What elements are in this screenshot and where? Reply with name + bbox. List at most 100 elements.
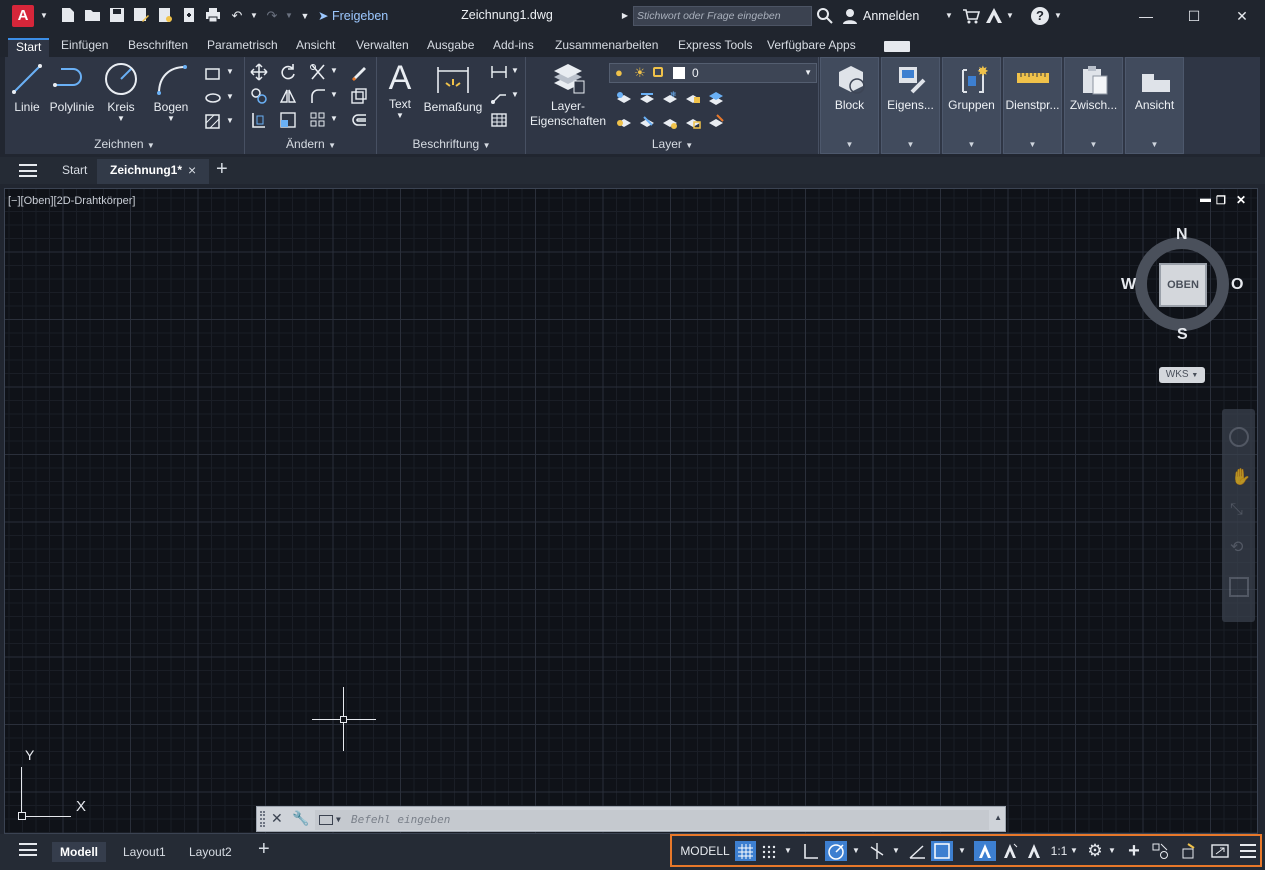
close-tab-icon[interactable]: × (188, 162, 196, 178)
save-as-icon[interactable] (133, 7, 149, 25)
redo-dropdown-icon[interactable]: ▼ (284, 7, 294, 25)
tab-beschriften[interactable]: Beschriften (128, 38, 188, 57)
command-line-grip-icon[interactable] (260, 811, 265, 827)
circle-dropdown-icon[interactable]: ▼ (101, 114, 141, 123)
ellipse-dropdown-icon[interactable]: ▼ (226, 92, 234, 101)
layer-unisolate-icon[interactable] (638, 113, 656, 131)
layout-menu-icon[interactable] (19, 843, 37, 856)
viewport-close-icon[interactable]: ✕ (1236, 193, 1246, 207)
annotation-monitor-icon[interactable]: + (1124, 841, 1144, 861)
linear-dimension-icon[interactable] (490, 63, 508, 81)
line-tool[interactable]: Linie (9, 61, 45, 114)
share-file-icon[interactable] (181, 7, 197, 25)
offset-icon[interactable] (350, 111, 368, 129)
isolate-objects-icon[interactable] (1180, 841, 1202, 861)
file-tab-current[interactable]: Zeichnung1* × (97, 159, 209, 184)
properties-panel-button[interactable]: Eigens... ▼ (881, 57, 940, 154)
layer-match-icon[interactable] (707, 89, 725, 107)
annotation-panel-title[interactable]: Beschriftung ▼ (378, 137, 525, 151)
snap-mode-dropdown-icon[interactable]: ▼ (783, 841, 793, 861)
file-tab-start[interactable]: Start (62, 163, 87, 177)
zoom-extents-icon[interactable]: ⤡ (1230, 501, 1243, 519)
new-tab-button[interactable]: + (216, 158, 228, 181)
drawing-viewport[interactable]: [−][Oben][2D-Drahtkörper] ▬ ❐ ✕ OBEN N S… (4, 188, 1258, 834)
dimension-tool[interactable]: Bemaßung (422, 61, 484, 114)
rectangle-icon[interactable] (204, 65, 222, 83)
arc-tool[interactable]: Bogen ▼ (151, 61, 191, 123)
layer-panel-title[interactable]: Layer ▼ (527, 137, 818, 151)
ellipse-icon[interactable] (204, 89, 222, 107)
layout-tab-layout1[interactable]: Layout1 (115, 842, 174, 862)
annotation-scale-value[interactable]: 1:1 (1048, 841, 1070, 861)
layout-tab-modell[interactable]: Modell (52, 842, 106, 862)
tab-add-ins[interactable]: Add-ins (493, 38, 534, 57)
annotation-visibility-icon[interactable] (974, 841, 996, 861)
array-dropdown-icon[interactable]: ▼ (330, 114, 338, 123)
layer-isolate-icon[interactable] (638, 89, 656, 107)
undo-icon[interactable]: ↶ (229, 7, 245, 25)
layer-off-icon[interactable] (615, 89, 633, 107)
add-layout-button[interactable]: + (250, 839, 278, 859)
compass-east[interactable]: O (1231, 276, 1243, 294)
polar-tracking-dropdown-icon[interactable]: ▼ (851, 841, 861, 861)
tab-einfuegen[interactable]: Einfügen (61, 38, 108, 57)
search-input[interactable]: Stichwort oder Frage eingeben (633, 6, 812, 26)
redo-icon[interactable]: ↷ (264, 7, 280, 25)
view-panel-button[interactable]: Ansicht ▼ (1125, 57, 1184, 154)
pan-icon[interactable]: ✋ (1231, 467, 1251, 487)
polar-tracking-icon[interactable] (825, 841, 847, 861)
grid-display-icon[interactable] (735, 841, 756, 861)
command-input[interactable]: ▼ Befehl eingeben (315, 810, 989, 830)
app-logo[interactable]: A (12, 5, 34, 27)
workspace-dropdown-icon[interactable]: ▼ (1107, 841, 1117, 861)
layer-lock-icon[interactable] (684, 89, 702, 107)
tab-ansicht[interactable]: Ansicht (296, 38, 335, 57)
rotate-icon[interactable] (279, 63, 297, 81)
login-dropdown-icon[interactable]: ▼ (944, 7, 954, 25)
tab-zusammenarbeiten[interactable]: Zusammenarbeiten (555, 38, 658, 57)
close-window-button[interactable]: ✕ (1230, 6, 1254, 26)
layer-change-icon[interactable] (707, 113, 725, 131)
mirror-icon[interactable] (279, 87, 297, 105)
layer-thaw-icon[interactable] (661, 113, 679, 131)
command-history-expand-icon[interactable]: ▲ (994, 813, 1002, 822)
leader-dropdown-icon[interactable]: ▼ (511, 90, 519, 99)
command-line-customize-icon[interactable]: 🔧 (292, 810, 309, 827)
array-icon[interactable] (309, 111, 327, 129)
autodesk-app-icon[interactable] (985, 7, 1003, 25)
undo-dropdown-icon[interactable]: ▼ (249, 7, 259, 25)
tab-verfuegbare-apps[interactable]: Verfügbare Apps (767, 38, 856, 57)
trim-icon[interactable] (309, 63, 327, 81)
viewcube-face-top[interactable]: OBEN (1159, 263, 1207, 307)
auto-scale-icon[interactable] (1000, 841, 1020, 861)
clipboard-panel-button[interactable]: Zwisch... ▼ (1064, 57, 1123, 154)
utilities-panel-button[interactable]: Dienstpr... ▼ (1003, 57, 1062, 154)
showmotion-icon[interactable] (1229, 577, 1249, 597)
fullscreen-icon[interactable] (1210, 841, 1230, 861)
apps-dropdown-icon[interactable]: ▼ (1005, 7, 1015, 25)
trim-dropdown-icon[interactable]: ▼ (330, 66, 338, 75)
help-icon[interactable]: ? (1031, 7, 1049, 25)
object-snap-tracking-icon[interactable] (907, 841, 927, 861)
ucs-menu-button[interactable]: WKS ▼ (1159, 367, 1205, 383)
isometric-drafting-icon[interactable] (867, 841, 887, 861)
customization-menu-icon[interactable] (1238, 841, 1258, 861)
rectangle-dropdown-icon[interactable]: ▼ (226, 67, 234, 76)
layer-on-icon[interactable] (615, 113, 633, 131)
copy-icon[interactable] (250, 87, 268, 105)
linear-dimension-dropdown-icon[interactable]: ▼ (511, 66, 519, 75)
login-button[interactable]: Anmelden (863, 9, 919, 23)
layer-dropdown[interactable]: ● ☀ 0 ▼ (609, 63, 817, 83)
tab-verwalten[interactable]: Verwalten (356, 38, 409, 57)
plot-to-web-icon[interactable] (157, 7, 173, 25)
recent-commands-dropdown-icon[interactable]: ▼ (336, 810, 341, 830)
viewport-controls-label[interactable]: [−][Oben][2D-Drahtkörper] (8, 195, 135, 207)
maximize-button[interactable]: ☐ (1182, 6, 1206, 26)
tab-parametrisch[interactable]: Parametrisch (207, 38, 278, 57)
text-tool[interactable]: A Text ▼ (384, 59, 416, 120)
customize-toolbar-icon[interactable]: ▼ (299, 7, 311, 25)
model-space-button[interactable]: MODELL (678, 841, 732, 861)
modify-panel-title[interactable]: Ändern ▼ (246, 137, 376, 151)
search-expand-icon[interactable]: ▶ (620, 7, 630, 25)
hamburger-menu-icon[interactable] (19, 164, 37, 177)
